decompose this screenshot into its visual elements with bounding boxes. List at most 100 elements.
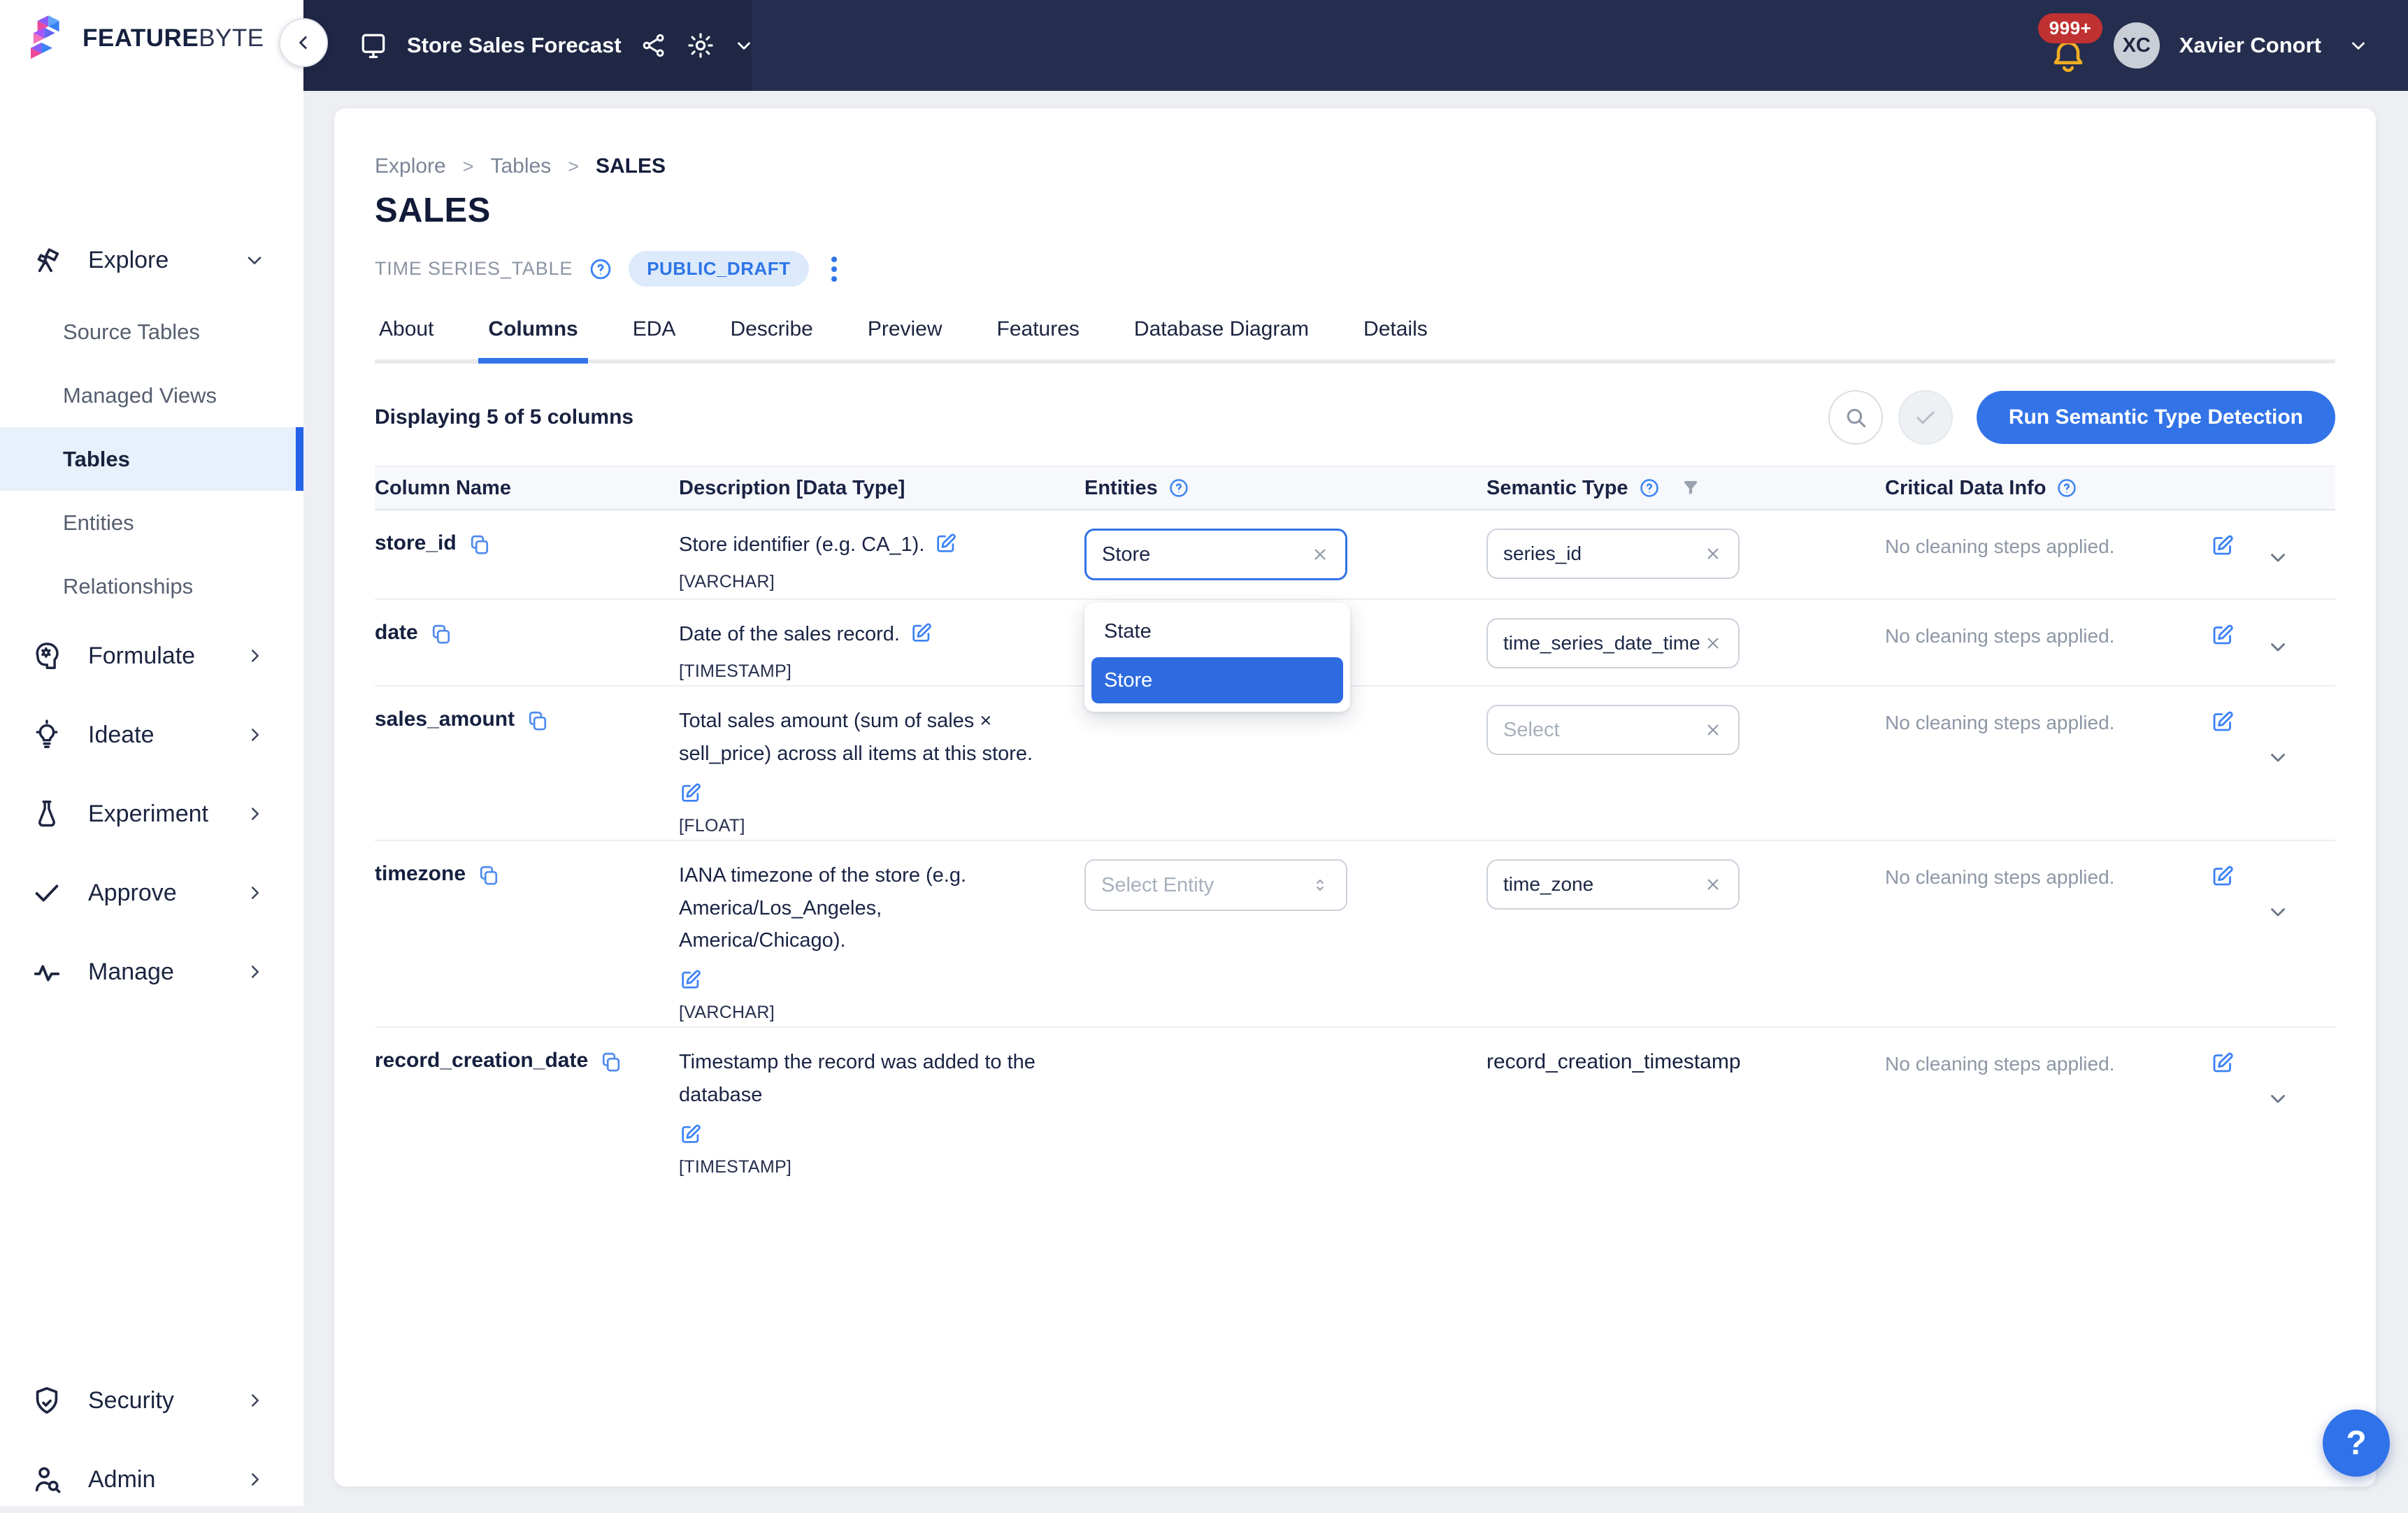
semantic-type-input-store-id[interactable]: series_id [1486, 529, 1740, 579]
clear-entity-icon[interactable] [1310, 545, 1330, 564]
tab-about[interactable]: About [375, 317, 438, 359]
collapse-sidebar-button[interactable] [279, 18, 328, 67]
columns-table-header: Column Name Description [Data Type] Enti… [375, 466, 2335, 510]
tab-eda[interactable]: EDA [629, 317, 680, 359]
critical-data-info: No cleaning steps applied. [1885, 529, 2210, 558]
copy-icon[interactable] [429, 622, 453, 646]
sidebar-section-label: Ideate [88, 722, 155, 749]
more-options-icon[interactable] [824, 254, 844, 285]
edit-description-icon[interactable] [679, 1122, 1035, 1146]
entity-option-store[interactable]: Store [1091, 657, 1343, 703]
semantic-type-input-timezone[interactable]: time_zone [1486, 859, 1740, 910]
semantic-type-input-sales-amount[interactable]: Select [1486, 705, 1740, 755]
breadcrumb-tables[interactable]: Tables [491, 155, 552, 178]
expand-row-icon[interactable] [2266, 635, 2290, 659]
expand-row-icon[interactable] [2266, 745, 2290, 769]
edit-description-icon[interactable] [679, 968, 1035, 991]
main-content-card: Explore > Tables > SALES SALES TIME SERI… [334, 108, 2376, 1486]
sidebar-section-explore[interactable]: Explore [0, 227, 303, 294]
header-critical-data-info: Critical Data Info [1885, 477, 2210, 500]
head-gear-icon [31, 640, 63, 672]
breadcrumb: Explore > Tables > SALES [375, 155, 2335, 178]
sidebar-section-ideate[interactable]: Ideate [0, 701, 303, 768]
sidebar-section-manage[interactable]: Manage [0, 938, 303, 1005]
tab-describe[interactable]: Describe [726, 317, 817, 359]
sidebar-item-relationships[interactable]: Relationships [0, 554, 303, 618]
breadcrumb-explore[interactable]: Explore [375, 155, 446, 178]
column-data-type: [TIMESTAMP] [679, 657, 1035, 685]
breadcrumb-sales: SALES [596, 155, 666, 178]
copy-icon[interactable] [526, 709, 550, 733]
status-badge: PUBLIC_DRAFT [629, 251, 808, 287]
run-semantic-type-detection-button[interactable]: Run Semantic Type Detection [1977, 391, 2335, 444]
featurebyte-logo-icon [29, 15, 73, 62]
user-chevron-down-icon[interactable] [2348, 35, 2369, 56]
tab-preview[interactable]: Preview [863, 317, 947, 359]
column-description: Timestamp the record was added to the da… [679, 1051, 1035, 1105]
monitor-icon [358, 30, 389, 61]
column-description: IANA timezone of the store (e.g. America… [679, 864, 966, 952]
edit-description-icon[interactable] [934, 531, 958, 555]
critical-data-help-icon[interactable] [2056, 477, 2078, 499]
edit-row-icon[interactable] [2210, 622, 2235, 647]
column-name: sales_amount [375, 708, 515, 731]
expand-row-icon[interactable] [2266, 900, 2290, 924]
expand-row-icon[interactable] [2266, 545, 2290, 569]
sidebar-item-managed-views[interactable]: Managed Views [0, 364, 303, 427]
sidebar-section-experiment[interactable]: Experiment [0, 780, 303, 847]
sidebar-item-source-tables[interactable]: Source Tables [0, 300, 303, 364]
project-chevron-down-icon[interactable] [733, 35, 754, 56]
entity-option-state[interactable]: State [1084, 610, 1350, 653]
copy-icon[interactable] [468, 533, 492, 557]
check-icon [31, 877, 63, 909]
share-icon[interactable] [640, 31, 668, 59]
sidebar-section-admin[interactable]: Admin [0, 1446, 303, 1513]
critical-data-info: No cleaning steps applied. [1885, 705, 2210, 734]
tab-features[interactable]: Features [993, 317, 1084, 359]
table-type-help-icon[interactable] [588, 257, 613, 282]
tab-database-diagram[interactable]: Database Diagram [1130, 317, 1313, 359]
sidebar-section-label: Approve [88, 880, 177, 907]
edit-row-icon[interactable] [2210, 709, 2235, 734]
gear-icon[interactable] [686, 31, 715, 60]
tab-columns[interactable]: Columns [484, 317, 582, 359]
entity-select-timezone[interactable]: Select Entity [1084, 859, 1347, 911]
search-button[interactable] [1828, 390, 1883, 445]
avatar[interactable]: XC [2114, 22, 2160, 69]
edit-description-icon[interactable] [679, 781, 1035, 805]
columns-table-body: store_id Store identifier (e.g. CA_1). [… [375, 510, 2335, 1181]
clear-semantic-icon[interactable] [1703, 875, 1723, 894]
tab-bar: About Columns EDA Describe Preview Featu… [375, 317, 2335, 364]
entities-help-icon[interactable] [1168, 477, 1190, 499]
sidebar-section-label: Manage [88, 959, 174, 986]
help-button[interactable]: ? [2323, 1410, 2390, 1477]
edit-row-icon[interactable] [2210, 863, 2235, 889]
sidebar-item-tables[interactable]: Tables [0, 427, 303, 491]
sidebar-section-formulate[interactable]: Formulate [0, 622, 303, 689]
featurebyte-logo[interactable]: FEATUREBYTE [29, 15, 303, 62]
confirm-button[interactable] [1898, 390, 1953, 445]
filter-icon[interactable] [1680, 478, 1701, 499]
entity-dropdown: State Store [1084, 603, 1350, 712]
copy-icon[interactable] [477, 863, 501, 887]
notifications-button[interactable]: 999+ [2042, 13, 2097, 78]
semantic-type-help-icon[interactable] [1638, 477, 1661, 499]
tab-details[interactable]: Details [1359, 317, 1432, 359]
edit-description-icon[interactable] [910, 621, 933, 645]
clear-semantic-icon[interactable] [1703, 633, 1723, 653]
clear-semantic-icon[interactable] [1703, 544, 1723, 564]
sidebar-section-approve[interactable]: Approve [0, 859, 303, 926]
header-entities: Entities [1084, 477, 1486, 500]
expand-row-icon[interactable] [2266, 1087, 2290, 1110]
copy-icon[interactable] [599, 1050, 623, 1074]
explore-chevron-down-icon [243, 249, 266, 271]
column-description: Store identifier (e.g. CA_1). [679, 533, 924, 556]
edit-row-icon[interactable] [2210, 1050, 2235, 1075]
sidebar-item-entities[interactable]: Entities [0, 491, 303, 554]
sidebar-section-security[interactable]: Security [0, 1367, 303, 1434]
entity-input-store-id[interactable]: Store [1084, 529, 1347, 580]
clear-semantic-icon[interactable] [1703, 720, 1723, 740]
semantic-type-input-date[interactable]: time_series_date_time [1486, 618, 1740, 668]
table-row-date: date Date of the sales record. [TIMESTAM… [375, 600, 2335, 687]
edit-row-icon[interactable] [2210, 533, 2235, 558]
